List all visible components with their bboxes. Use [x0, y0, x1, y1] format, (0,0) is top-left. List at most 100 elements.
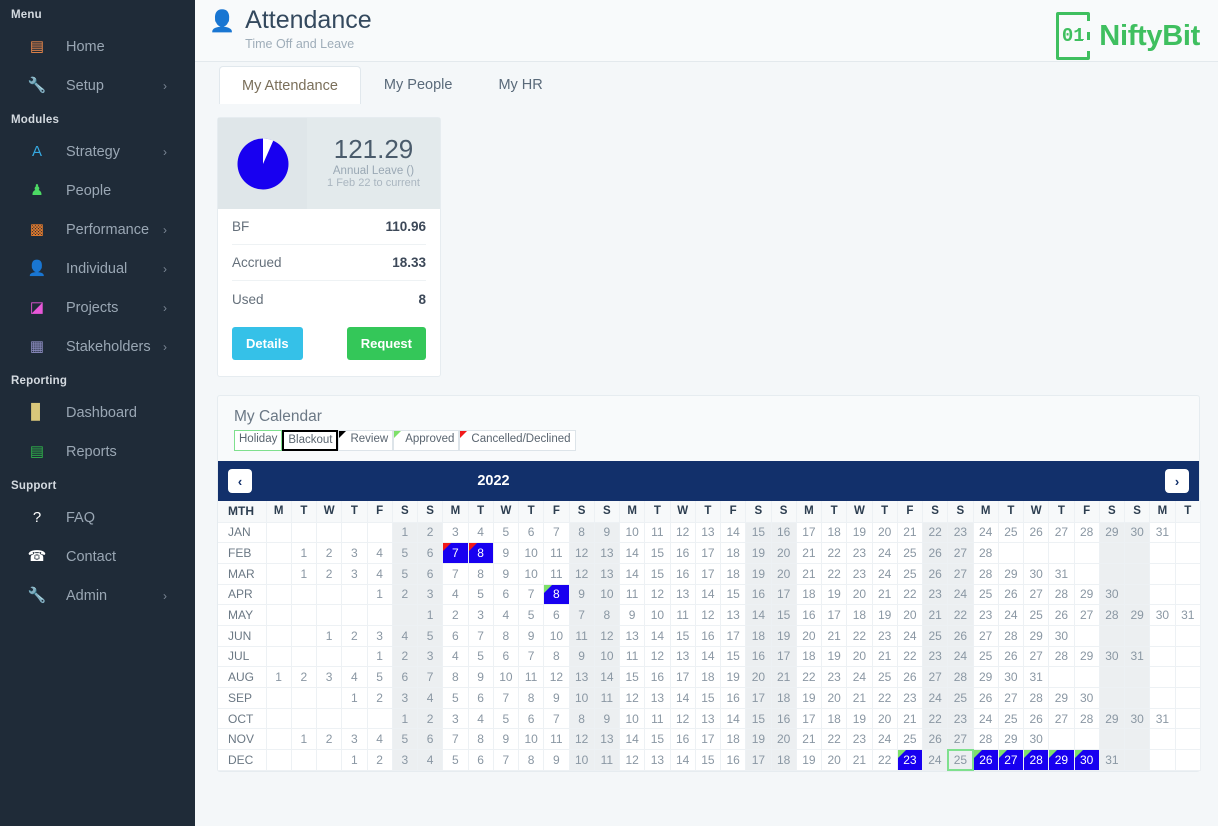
- calendar-day-cell[interactable]: 3: [367, 625, 393, 647]
- calendar-day-cell[interactable]: 29: [998, 563, 1025, 585]
- calendar-day-cell[interactable]: 17: [745, 749, 772, 771]
- calendar-day-cell[interactable]: 20: [821, 687, 848, 709]
- sidebar-item-home[interactable]: ▤ Home: [0, 27, 195, 66]
- calendar-day-cell[interactable]: 9: [543, 687, 570, 709]
- calendar-day-cell[interactable]: 28: [973, 728, 999, 751]
- calendar-day-cell[interactable]: 3: [417, 584, 444, 606]
- calendar-day-cell[interactable]: 11: [670, 604, 696, 626]
- calendar-day-cell[interactable]: 7: [417, 666, 444, 688]
- calendar-day-cell[interactable]: 13: [644, 687, 671, 709]
- calendar-day-cell[interactable]: 21: [846, 749, 873, 771]
- calendar-day-cell[interactable]: 5: [493, 708, 520, 730]
- calendar-day-cell[interactable]: 13: [644, 749, 671, 771]
- calendar-day-cell[interactable]: 21: [846, 687, 873, 709]
- calendar-day-cell[interactable]: 27: [1074, 604, 1100, 626]
- calendar-day-cell[interactable]: 26: [897, 666, 924, 688]
- calendar-day-cell[interactable]: 24: [973, 522, 999, 544]
- calendar-day-cell[interactable]: 25: [872, 666, 898, 688]
- calendar-day-cell[interactable]: 11: [644, 522, 671, 544]
- calendar-day-cell[interactable]: 18: [821, 522, 848, 544]
- calendar-day-cell[interactable]: 7: [493, 687, 520, 709]
- calendar-day-cell[interactable]: 19: [872, 604, 898, 626]
- calendar-day-cell[interactable]: 6: [417, 542, 444, 564]
- calendar-day-cell[interactable]: 14: [644, 625, 671, 647]
- calendar-day-cell[interactable]: 2: [417, 522, 444, 544]
- calendar-day-cell[interactable]: 15: [695, 687, 722, 709]
- calendar-day-cell[interactable]: 4: [442, 584, 469, 606]
- calendar-day-cell[interactable]: 22: [872, 749, 898, 771]
- calendar-day-cell[interactable]: 28: [973, 563, 999, 585]
- calendar-day-cell[interactable]: 27: [998, 749, 1025, 771]
- calendar-day-cell[interactable]: 11: [619, 584, 646, 606]
- calendar-day-cell[interactable]: 12: [644, 584, 671, 606]
- calendar-day-cell[interactable]: 20: [771, 542, 797, 564]
- calendar-day-cell[interactable]: 16: [670, 728, 696, 751]
- calendar-day-cell[interactable]: 2: [392, 584, 419, 606]
- calendar-day-cell[interactable]: 3: [341, 563, 368, 585]
- calendar-day-cell[interactable]: 4: [468, 522, 494, 544]
- calendar-day-cell[interactable]: 19: [796, 687, 823, 709]
- calendar-day-cell[interactable]: 20: [796, 625, 823, 647]
- calendar-day-cell[interactable]: 10: [594, 584, 621, 606]
- calendar-day-cell[interactable]: 25: [1023, 604, 1050, 626]
- calendar-day-cell[interactable]: 3: [468, 604, 494, 626]
- calendar-day-cell[interactable]: 2: [316, 563, 343, 585]
- calendar-day-cell[interactable]: 13: [594, 563, 621, 585]
- calendar-day-cell[interactable]: 10: [644, 604, 671, 626]
- calendar-day-cell[interactable]: 29: [998, 728, 1025, 751]
- calendar-day-cell[interactable]: 8: [468, 563, 494, 585]
- calendar-day-cell[interactable]: 4: [442, 646, 469, 668]
- calendar-day-cell[interactable]: 28: [1099, 604, 1126, 626]
- calendar-day-cell[interactable]: 21: [872, 584, 898, 606]
- sidebar-item-people[interactable]: ♟ People: [0, 171, 195, 210]
- calendar-day-cell[interactable]: 13: [695, 708, 722, 730]
- calendar-day-cell[interactable]: 26: [1023, 708, 1050, 730]
- calendar-day-cell[interactable]: 31: [1175, 604, 1201, 626]
- calendar-day-cell[interactable]: 8: [569, 708, 595, 730]
- calendar-day-cell[interactable]: 7: [442, 563, 469, 585]
- calendar-day-cell[interactable]: 20: [745, 666, 772, 688]
- calendar-day-cell[interactable]: 10: [518, 728, 545, 751]
- calendar-day-cell[interactable]: 5: [468, 584, 494, 606]
- calendar-day-cell[interactable]: 22: [922, 708, 949, 730]
- calendar-day-cell[interactable]: 30: [1099, 584, 1126, 606]
- calendar-day-cell[interactable]: 8: [468, 542, 494, 564]
- calendar-day-cell[interactable]: 24: [897, 625, 924, 647]
- calendar-day-cell[interactable]: 22: [872, 687, 898, 709]
- sidebar-item-projects[interactable]: ◪ Projects ›: [0, 288, 195, 327]
- calendar-day-cell[interactable]: 22: [947, 604, 974, 626]
- calendar-day-cell[interactable]: 22: [897, 584, 924, 606]
- calendar-day-cell[interactable]: 21: [897, 522, 924, 544]
- calendar-day-cell[interactable]: 6: [468, 687, 494, 709]
- calendar-day-cell[interactable]: 24: [922, 749, 949, 771]
- calendar-day-cell[interactable]: 18: [745, 625, 772, 647]
- calendar-day-cell[interactable]: 15: [644, 542, 671, 564]
- calendar-day-cell[interactable]: 13: [695, 522, 722, 544]
- sidebar-item-stakeholders[interactable]: ▦ Stakeholders ›: [0, 327, 195, 366]
- calendar-day-cell[interactable]: 27: [998, 687, 1025, 709]
- calendar-day-cell[interactable]: 3: [392, 749, 419, 771]
- calendar-day-cell[interactable]: 25: [998, 708, 1025, 730]
- calendar-day-cell[interactable]: 8: [543, 584, 570, 606]
- calendar-day-cell[interactable]: 11: [594, 687, 621, 709]
- calendar-day-cell[interactable]: 1: [291, 542, 318, 564]
- tab-my-attendance[interactable]: My Attendance: [219, 65, 361, 104]
- calendar-day-cell[interactable]: 26: [947, 625, 974, 647]
- calendar-day-cell[interactable]: 30: [1023, 728, 1050, 751]
- calendar-day-cell[interactable]: 12: [619, 749, 646, 771]
- calendar-day-cell[interactable]: 14: [619, 728, 646, 751]
- calendar-day-cell[interactable]: 22: [821, 563, 848, 585]
- calendar-day-cell[interactable]: 18: [720, 563, 747, 585]
- calendar-day-cell[interactable]: 13: [594, 728, 621, 751]
- calendar-day-cell[interactable]: 15: [745, 708, 772, 730]
- calendar-day-cell[interactable]: 9: [569, 584, 595, 606]
- calendar-day-cell[interactable]: 18: [771, 687, 797, 709]
- calendar-day-cell[interactable]: 27: [973, 625, 999, 647]
- calendar-day-cell[interactable]: 8: [493, 625, 520, 647]
- calendar-day-cell[interactable]: 23: [846, 728, 873, 751]
- calendar-day-cell[interactable]: 25: [922, 625, 949, 647]
- calendar-day-cell[interactable]: 7: [442, 542, 469, 564]
- calendar-day-cell[interactable]: 23: [947, 522, 974, 544]
- calendar-day-cell[interactable]: 24: [872, 542, 898, 564]
- calendar-day-cell[interactable]: 18: [796, 646, 823, 668]
